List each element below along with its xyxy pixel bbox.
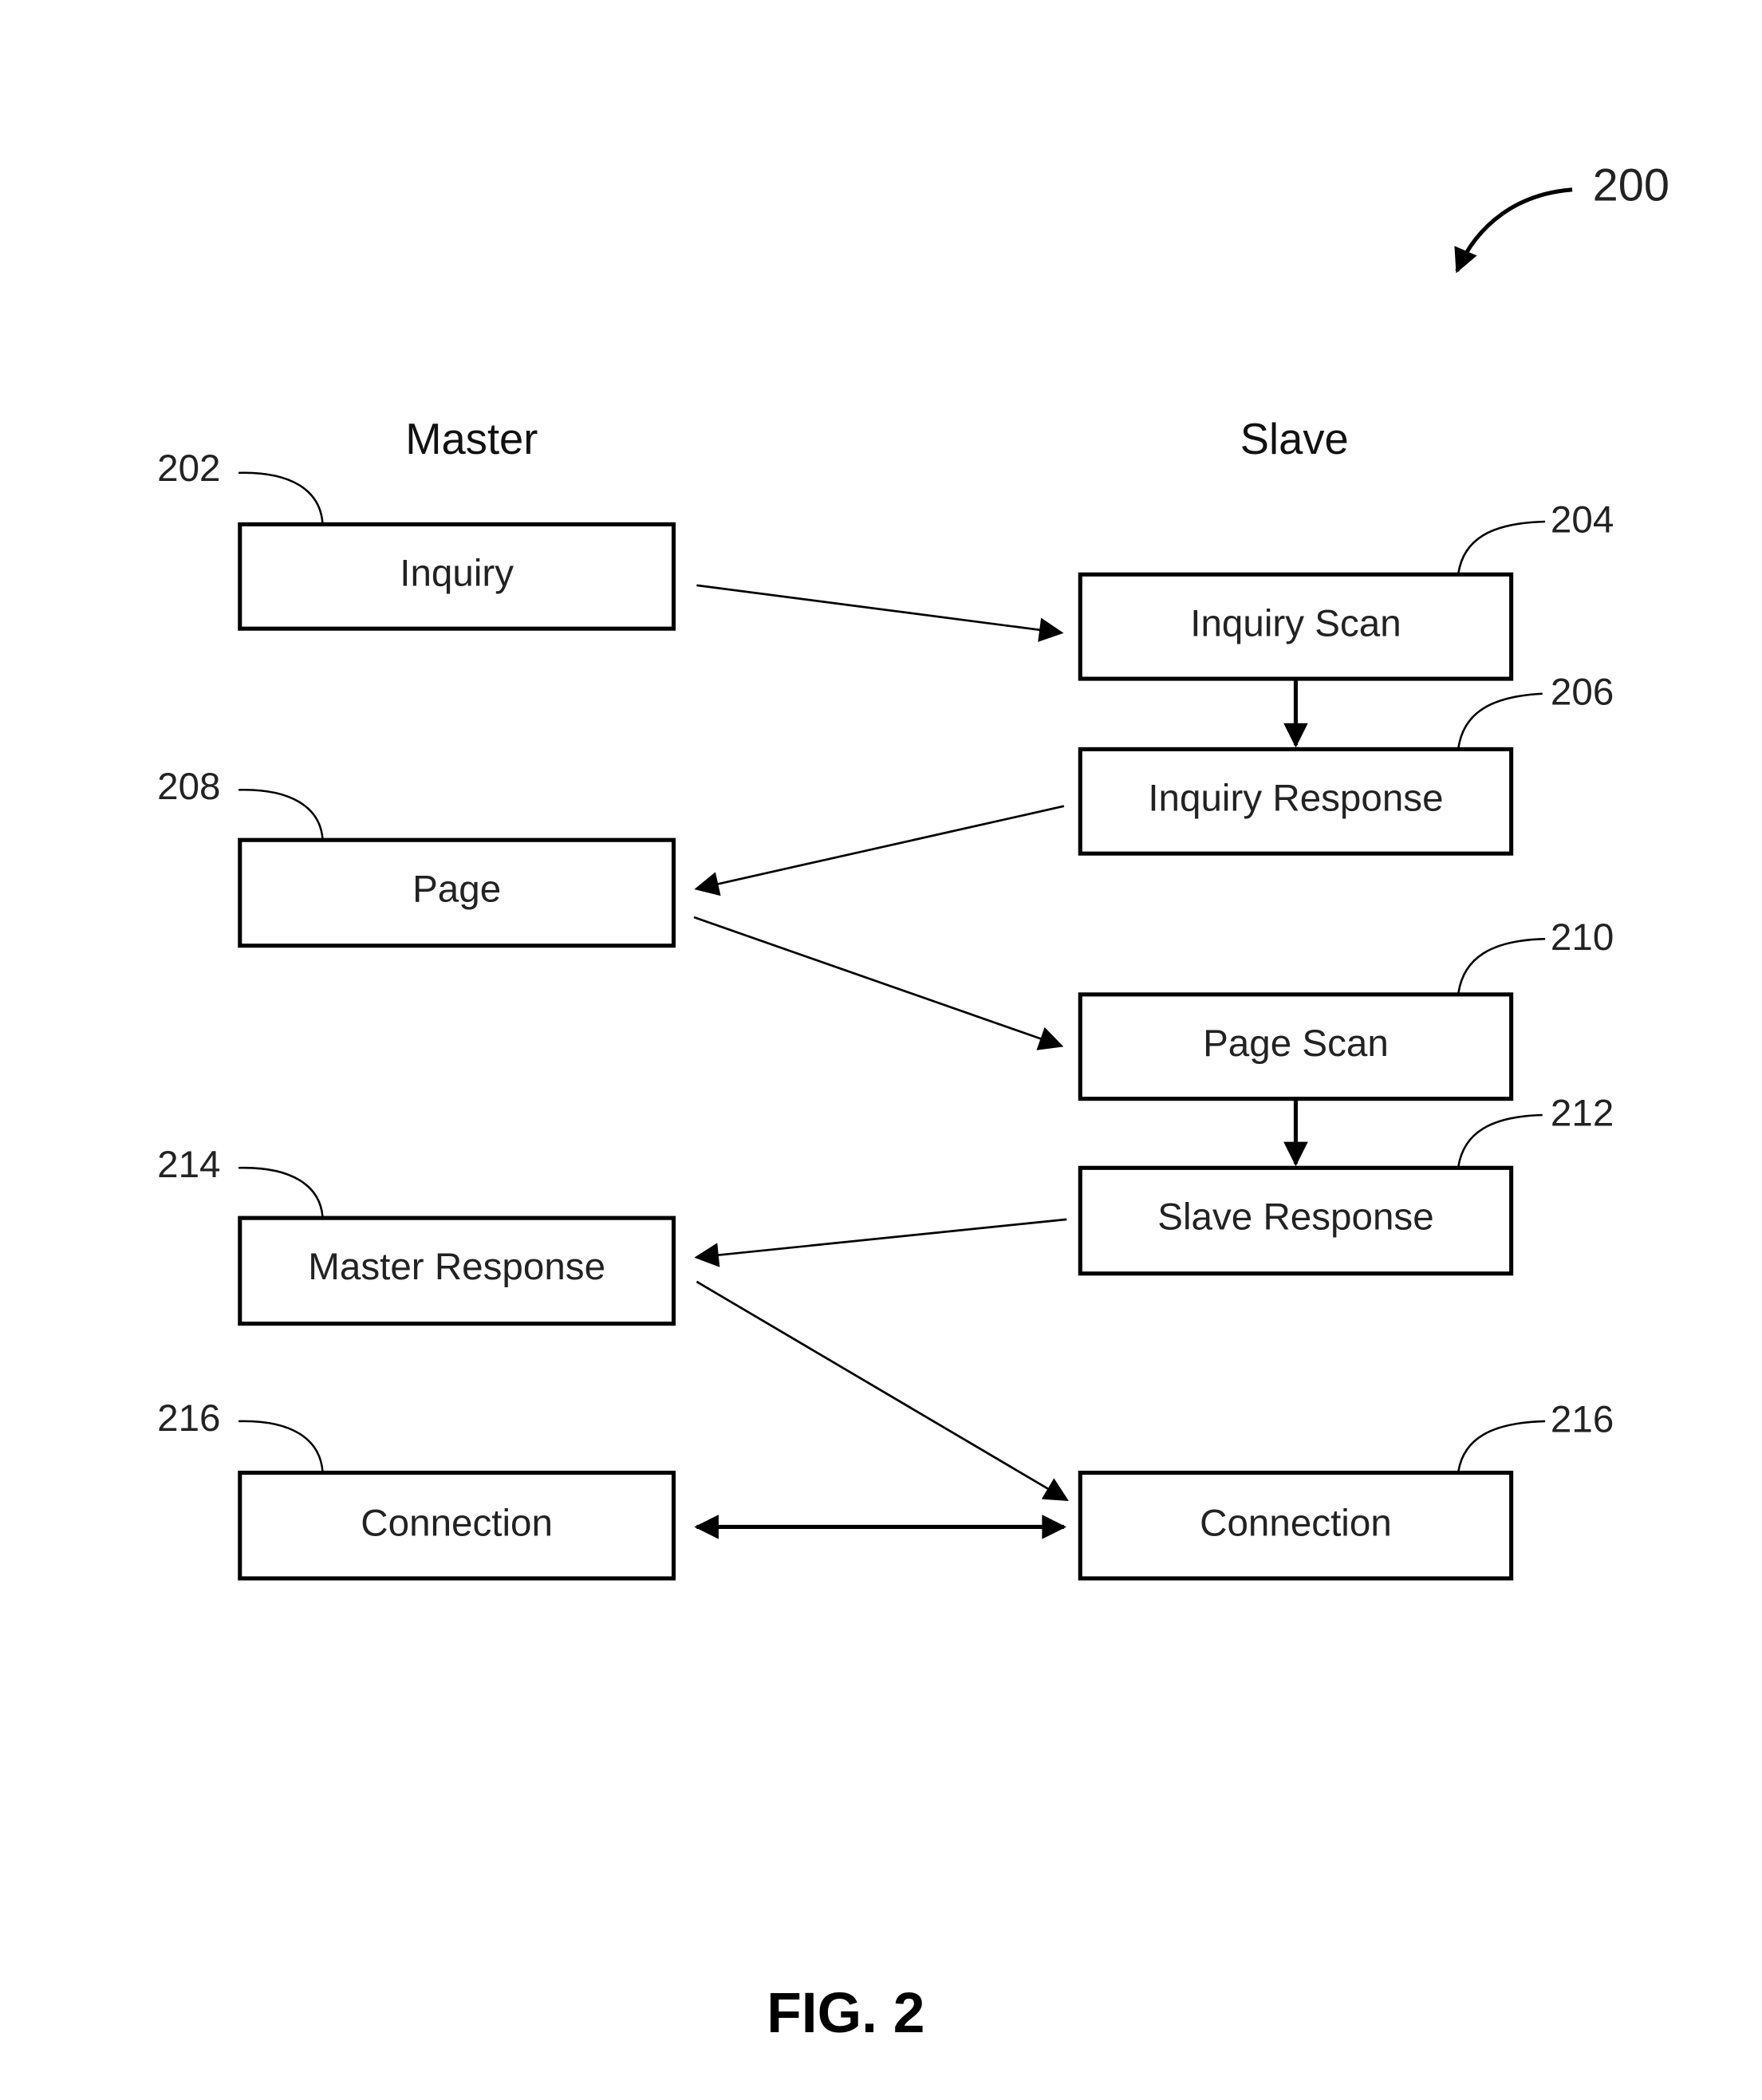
inquiry-scan-ref: 204 bbox=[1551, 499, 1614, 542]
figure-caption: FIG. 2 bbox=[767, 1981, 924, 2045]
master-connection-label: Connection bbox=[361, 1502, 553, 1544]
inquiry-response-node: Inquiry Response 206 bbox=[1078, 671, 1614, 856]
master-connection-ref: 216 bbox=[157, 1397, 220, 1440]
slave-column-heading: Slave bbox=[1240, 415, 1349, 463]
page-scan-label: Page Scan bbox=[1203, 1022, 1389, 1065]
slave-connection-ref-leader bbox=[1457, 1420, 1546, 1472]
page-scan-ref-leader bbox=[1457, 937, 1546, 994]
page-ref-leader bbox=[238, 789, 324, 839]
inquiry-scan-label: Inquiry Scan bbox=[1190, 602, 1401, 644]
master-connection-ref-leader bbox=[238, 1420, 324, 1472]
inquiry-response-ref-leader bbox=[1457, 692, 1543, 748]
figure-reference: 200 bbox=[1454, 160, 1669, 274]
arrow-page-to-page-scan bbox=[693, 916, 1064, 1050]
master-column-heading: Master bbox=[405, 415, 538, 463]
page-label: Page bbox=[412, 868, 501, 910]
slave-response-node: Slave Response 212 bbox=[1078, 1093, 1614, 1276]
page-node: Page 208 bbox=[157, 766, 676, 948]
inquiry-scan-node: Inquiry Scan 204 bbox=[1078, 499, 1614, 681]
arrow-master-response-to-slave-connection bbox=[696, 1280, 1069, 1502]
inquiry-scan-ref-leader bbox=[1457, 520, 1546, 573]
master-response-node: Master Response 214 bbox=[157, 1144, 676, 1326]
inquiry-ref-leader bbox=[238, 471, 324, 523]
slave-response-ref-leader bbox=[1457, 1113, 1543, 1167]
page-ref: 208 bbox=[157, 766, 220, 808]
master-response-ref: 214 bbox=[157, 1144, 220, 1186]
arrow-slave-response-to-master-response bbox=[694, 1218, 1067, 1267]
figure-number: 200 bbox=[1593, 160, 1669, 211]
inquiry-label: Inquiry bbox=[400, 553, 514, 595]
master-connection-node: Connection 216 bbox=[157, 1397, 676, 1581]
page-scan-node: Page Scan 210 bbox=[1078, 916, 1614, 1101]
figure-pointer-arrow bbox=[1454, 187, 1573, 274]
diagram-canvas: 200 Master Slave Inquiry 202 Inquiry Sca… bbox=[157, 160, 1669, 2045]
slave-connection-label: Connection bbox=[1200, 1502, 1392, 1544]
slave-connection-ref: 216 bbox=[1551, 1399, 1614, 1441]
master-response-ref-leader bbox=[238, 1167, 324, 1217]
inquiry-response-ref: 206 bbox=[1551, 671, 1614, 713]
page-scan-ref: 210 bbox=[1551, 916, 1614, 959]
slave-connection-node: Connection 216 bbox=[1078, 1399, 1614, 1581]
inquiry-ref: 202 bbox=[157, 447, 220, 490]
arrow-inquiry-response-to-page bbox=[694, 805, 1065, 896]
arrow-inquiry-to-inquiry-scan bbox=[696, 584, 1064, 642]
inquiry-response-label: Inquiry Response bbox=[1148, 778, 1443, 820]
slave-response-label: Slave Response bbox=[1157, 1196, 1433, 1238]
slave-response-ref: 212 bbox=[1551, 1093, 1614, 1135]
inquiry-node: Inquiry 202 bbox=[157, 447, 676, 631]
master-response-label: Master Response bbox=[308, 1246, 605, 1288]
